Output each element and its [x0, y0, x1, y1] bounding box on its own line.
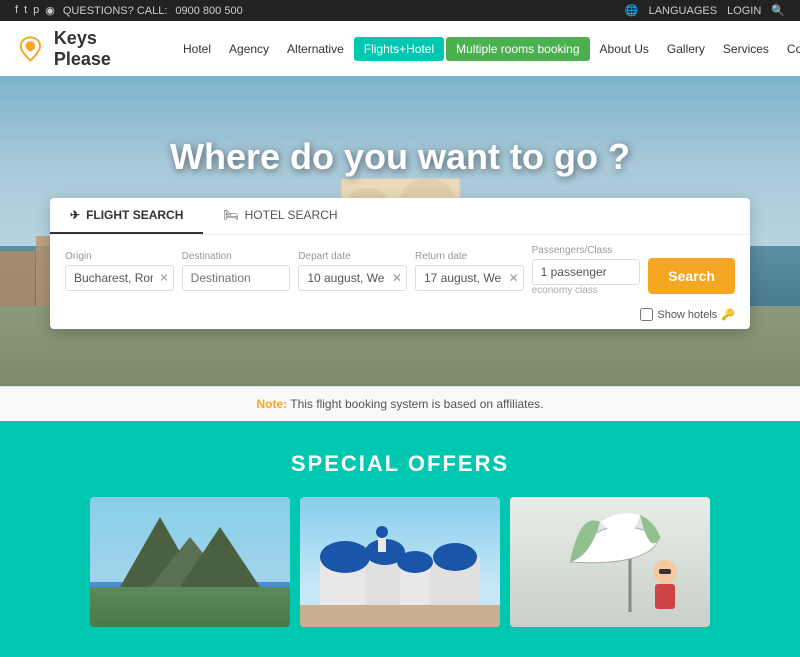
umbrella-svg [510, 497, 710, 627]
search-button[interactable]: Search [648, 258, 735, 294]
destination-field-group: Destination [182, 251, 291, 291]
offer-card-3[interactable] [510, 497, 710, 627]
top-bar-left: f t p ◉ QUESTIONS? CALL: 0900 800 500 [15, 4, 243, 17]
return-clear-icon[interactable]: ✕ [509, 271, 519, 285]
class-label: economy class [532, 285, 641, 296]
nav-multiple-rooms[interactable]: Multiple rooms booking [446, 37, 589, 61]
offer-card-1[interactable] [90, 497, 290, 627]
depart-input[interactable] [298, 265, 407, 291]
nav-alternative[interactable]: Alternative [279, 36, 352, 62]
origin-clear-icon[interactable]: ✕ [159, 271, 168, 284]
return-input-wrapper: ✕ [415, 265, 524, 291]
hotel-search-tab[interactable]: 🛏 HOTEL SEARCH [203, 198, 357, 234]
plane-icon: ✈ [70, 208, 80, 222]
nav-services[interactable]: Services [715, 36, 777, 62]
snapchat-icon[interactable]: ◉ [45, 4, 55, 17]
origin-label: Origin [65, 251, 174, 262]
note-text: This flight booking system is based on a… [290, 397, 543, 411]
navbar: Keys Please Hotel Agency Alternative Fli… [0, 21, 800, 76]
globe-icon: 🌐 [625, 4, 639, 17]
nav-gallery[interactable]: Gallery [659, 36, 713, 62]
destination-input[interactable] [182, 265, 291, 291]
note-prefix: Note: [256, 397, 287, 411]
volcano-svg [90, 497, 290, 627]
login-link[interactable]: LOGIN [727, 5, 761, 17]
nav-links: Hotel Agency Alternative Flights+Hotel M… [175, 36, 800, 62]
special-offers-section: SPECIAL OFFERS [0, 421, 800, 657]
logo-text: Keys Please [54, 28, 155, 70]
note-bar: Note: This flight booking system is base… [0, 386, 800, 421]
top-bar: f t p ◉ QUESTIONS? CALL: 0900 800 500 🌐 … [0, 0, 800, 21]
social-icons: f t p ◉ [15, 4, 55, 17]
return-input[interactable] [415, 265, 524, 291]
search-box: ✈ FLIGHT SEARCH 🛏 HOTEL SEARCH Origin ✕ … [50, 198, 750, 329]
santorini-svg [300, 497, 500, 627]
passengers-wrapper: 1 passenger 2 passengers 3 passengers [532, 259, 641, 285]
logo[interactable]: Keys Please [15, 28, 155, 70]
nav-flights-hotel[interactable]: Flights+Hotel [354, 37, 444, 61]
origin-field-group: Origin ✕ [65, 251, 174, 291]
phone-label: QUESTIONS? CALL: [63, 5, 168, 17]
facebook-icon[interactable]: f [15, 4, 18, 17]
phone-number: 0900 800 500 [175, 5, 242, 17]
twitter-icon[interactable]: t [24, 4, 27, 17]
top-bar-right: 🌐 LANGUAGES LOGIN 🔍 [625, 4, 785, 17]
return-field-group: Return date ✕ [415, 251, 524, 291]
passengers-field-group: Passengers/Class 1 passenger 2 passenger… [532, 245, 641, 296]
flight-search-tab[interactable]: ✈ FLIGHT SEARCH [50, 198, 203, 234]
nav-about[interactable]: About Us [592, 36, 657, 62]
show-hotels-checkbox[interactable] [640, 308, 653, 321]
passengers-select[interactable]: 1 passenger 2 passengers 3 passengers [532, 259, 641, 285]
pinterest-icon[interactable]: p [33, 4, 39, 17]
depart-input-wrapper: ✕ [298, 265, 407, 291]
search-icon[interactable]: 🔍 [771, 4, 785, 17]
depart-field-group: Depart date ✕ [298, 251, 407, 291]
logo-icon [15, 33, 46, 65]
search-tabs: ✈ FLIGHT SEARCH 🛏 HOTEL SEARCH [50, 198, 750, 234]
languages-link[interactable]: LANGUAGES [649, 5, 717, 17]
depart-label: Depart date [298, 251, 407, 262]
hotel-icon: 🛏 [223, 208, 238, 222]
depart-clear-icon[interactable]: ✕ [392, 271, 402, 285]
nav-hotel[interactable]: Hotel [175, 36, 219, 62]
hero-section: Where do you want to go ? ✈ FLIGHT SEARC… [0, 76, 800, 386]
nav-contact[interactable]: Contact [779, 36, 800, 62]
return-label: Return date [415, 251, 524, 262]
offer-card-2[interactable] [300, 497, 500, 627]
nav-agency[interactable]: Agency [221, 36, 277, 62]
hero-title: Where do you want to go ? [170, 136, 630, 178]
destination-label: Destination [182, 251, 291, 262]
origin-input[interactable] [65, 265, 174, 291]
search-fields: Origin ✕ Destination Depart date ✕ Retur… [50, 234, 750, 306]
origin-input-wrapper: ✕ [65, 265, 174, 291]
show-hotels-label: Show hotels [657, 309, 717, 321]
special-offers-title: SPECIAL OFFERS [20, 451, 780, 477]
info-icon: 🔑 [721, 308, 735, 321]
passengers-label: Passengers/Class [532, 245, 641, 256]
offers-grid [20, 497, 780, 627]
show-hotels-row: Show hotels 🔑 [50, 306, 750, 329]
